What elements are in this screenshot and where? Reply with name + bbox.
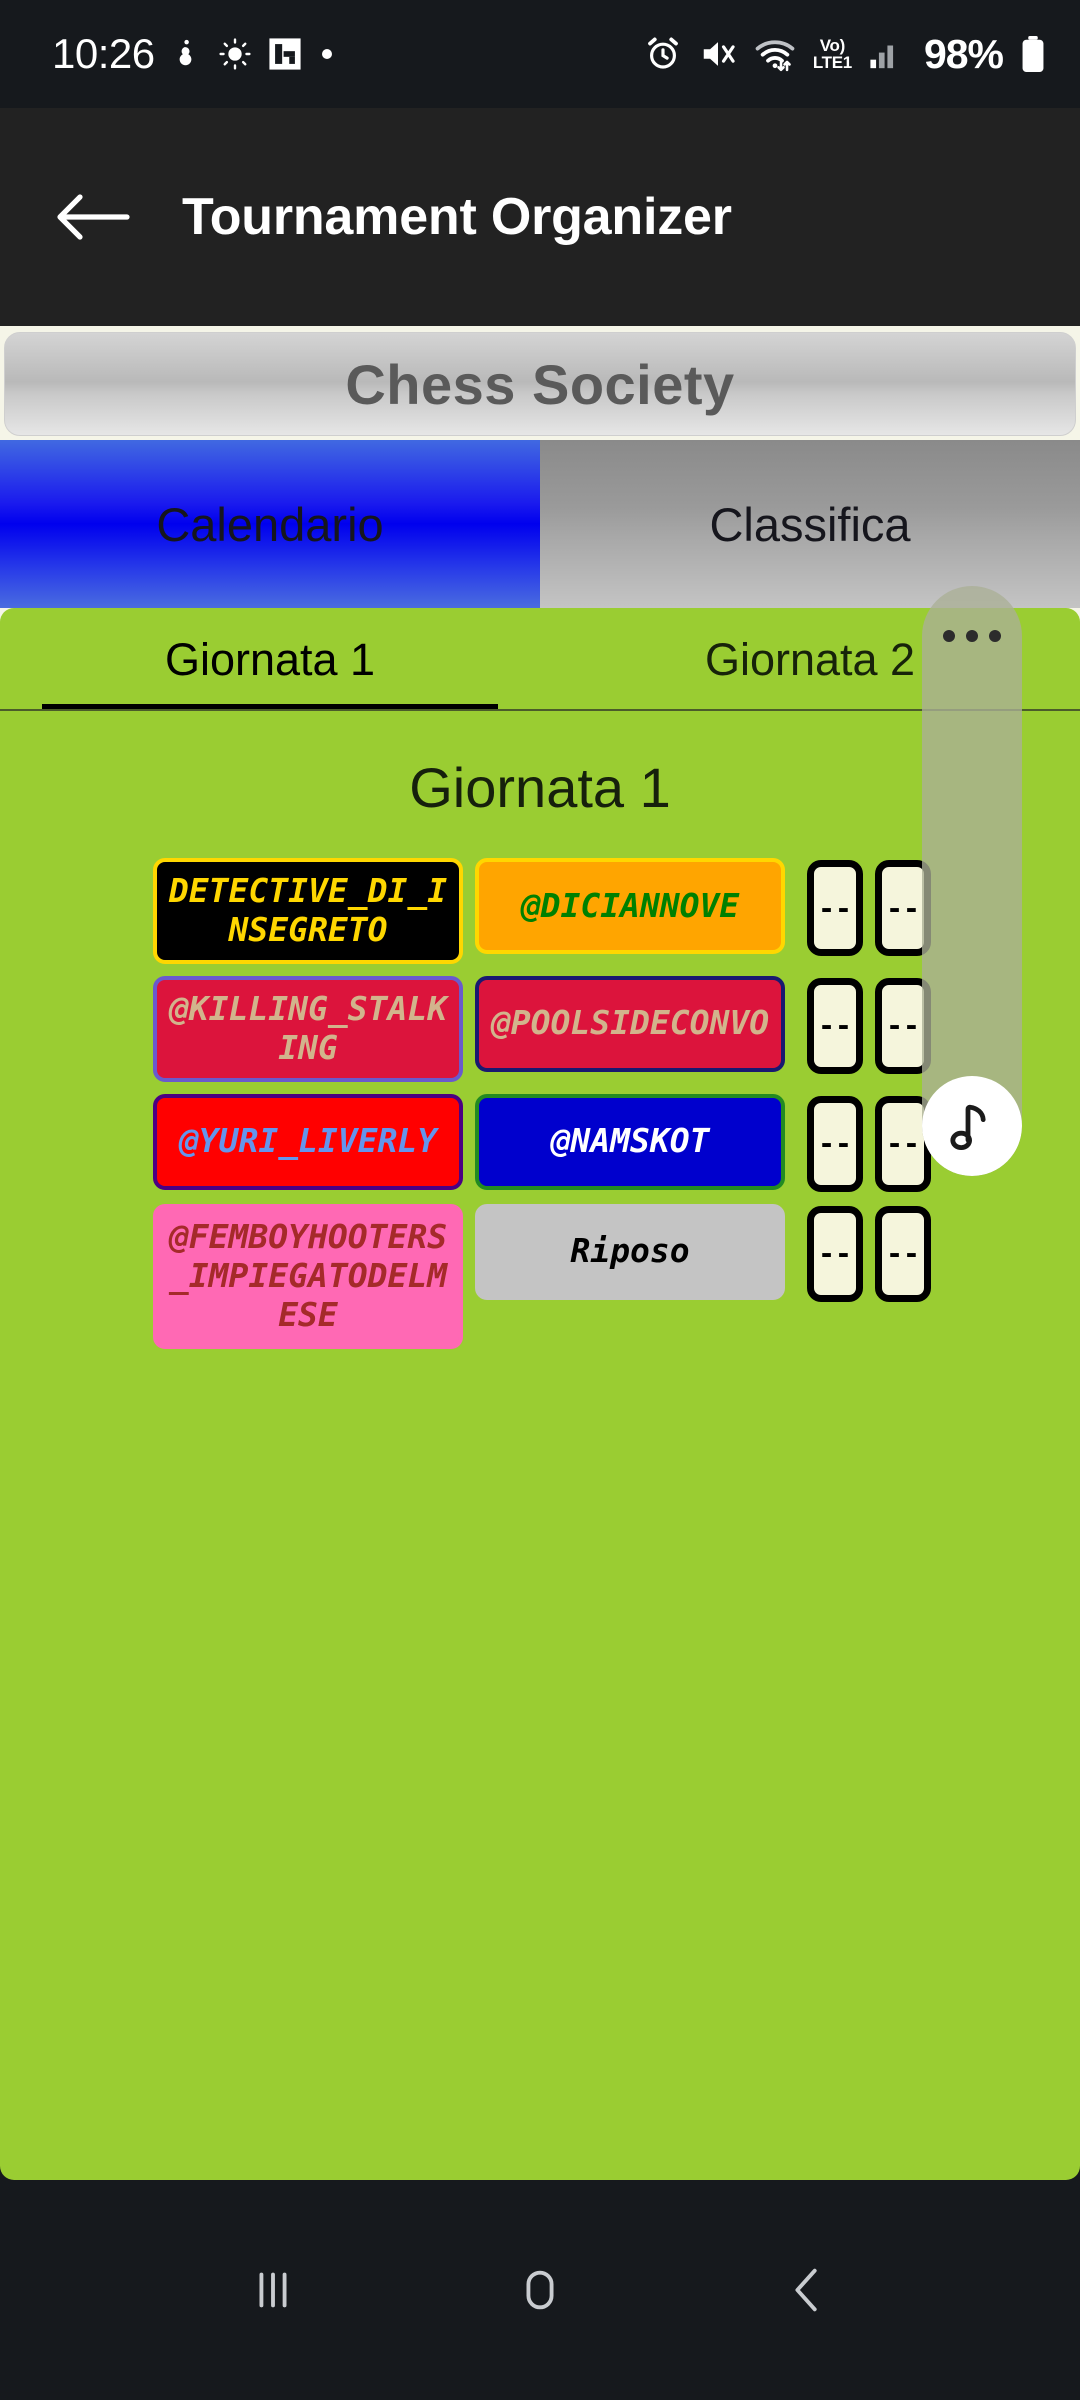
society-header-card: Chess Society bbox=[4, 332, 1076, 436]
team-box-home[interactable]: @YURI_LIVERLY bbox=[153, 1093, 463, 1190]
tab-classifica-label: Classifica bbox=[709, 497, 911, 551]
battery-icon bbox=[1020, 35, 1046, 73]
volte-bottom: LTE1 bbox=[812, 53, 852, 72]
status-bar: 10:26 Vo) LTE1 98% bbox=[0, 0, 1080, 108]
team-box-away[interactable]: @POOLSIDECONVO bbox=[475, 975, 785, 1072]
volte-icon: Vo) LTE1 bbox=[813, 37, 852, 71]
tab-classifica[interactable]: Classifica bbox=[540, 440, 1080, 608]
floating-media-widget[interactable] bbox=[922, 586, 1022, 1176]
volte-label: Vo) LTE1 bbox=[813, 37, 852, 71]
dot-1 bbox=[943, 630, 955, 642]
match-row: @FEMBOYHOOTERS_IMPIEGATODELMESE Riposo -- -… bbox=[153, 1203, 1080, 1349]
battery-percent-label: 98% bbox=[923, 30, 1004, 77]
do-not-disturb-icon bbox=[172, 38, 202, 70]
score-box-home[interactable]: -- bbox=[807, 1095, 863, 1192]
page-title: Tournament Organizer bbox=[182, 188, 732, 246]
main-tab-bar: Calendario Classifica bbox=[0, 440, 1080, 608]
dot-indicator-icon bbox=[319, 46, 335, 62]
tab-calendario-label: Calendario bbox=[156, 497, 384, 551]
dot-2 bbox=[966, 630, 978, 642]
tab-giornata-1-label: Giornata 1 bbox=[164, 633, 376, 685]
score-box-home[interactable]: -- bbox=[807, 860, 863, 956]
score-pair: -- -- bbox=[807, 1094, 931, 1192]
score-box-home[interactable]: -- bbox=[807, 977, 863, 1074]
round-tabs-divider bbox=[0, 709, 1080, 711]
status-bar-right: Vo) LTE1 98% bbox=[644, 31, 1046, 78]
music-note-icon[interactable] bbox=[922, 1076, 1022, 1176]
round-tab-bar: Giornata 1 Giornata 2 bbox=[0, 608, 1080, 711]
score-pair: -- -- bbox=[807, 1204, 931, 1302]
android-navigation-bar bbox=[0, 2180, 1080, 2400]
team-box-away[interactable]: Riposo bbox=[475, 1203, 785, 1300]
signal-bars-icon bbox=[869, 37, 903, 71]
team-box-home[interactable]: DETECTIVE_DI_INSEGRETO bbox=[153, 858, 463, 964]
wifi-icon bbox=[754, 35, 796, 73]
match-list: DETECTIVE_DI_INSEGRETO @DICIANNOVE -- -- @KI… bbox=[0, 858, 1080, 1349]
nav-back-icon[interactable] bbox=[747, 2230, 867, 2350]
calendar-content-sheet: Giornata 1 Giornata 2 Giornata 1 DETECTI… bbox=[0, 608, 1080, 2180]
score-box-home[interactable]: -- bbox=[807, 1205, 863, 1302]
brightness-icon bbox=[219, 38, 251, 70]
round-heading: Giornata 1 bbox=[409, 756, 671, 819]
score-pair: -- -- bbox=[807, 976, 931, 1074]
recents-icon[interactable] bbox=[213, 2230, 333, 2350]
flipboard-icon bbox=[268, 37, 302, 71]
team-box-away[interactable]: @NAMSKOT bbox=[475, 1093, 785, 1190]
score-box-away[interactable]: -- bbox=[875, 1205, 931, 1302]
status-bar-left: 10:26 bbox=[52, 30, 335, 78]
dot-3 bbox=[989, 630, 1001, 642]
tab-giornata-2-label: Giornata 2 bbox=[704, 633, 916, 685]
team-box-home[interactable]: @FEMBOYHOOTERS_IMPIEGATODELMESE bbox=[153, 1203, 463, 1349]
home-icon[interactable] bbox=[480, 2230, 600, 2350]
phone-screen: 10:26 Vo) LTE1 98% Tournament Organizer … bbox=[0, 0, 1080, 2400]
app-bar: Tournament Organizer bbox=[0, 108, 1080, 326]
three-dots-icon[interactable] bbox=[922, 630, 1022, 642]
society-name: Chess Society bbox=[345, 352, 735, 416]
tab-giornata-1[interactable]: Giornata 1 bbox=[0, 608, 540, 711]
status-clock: 10:26 bbox=[52, 30, 155, 77]
mute-icon bbox=[699, 35, 737, 73]
back-arrow-icon[interactable] bbox=[50, 174, 136, 260]
alarm-icon bbox=[644, 35, 682, 73]
score-pair: -- -- bbox=[807, 858, 931, 956]
team-box-away[interactable]: @DICIANNOVE bbox=[475, 858, 785, 954]
tab-calendario[interactable]: Calendario bbox=[0, 440, 540, 608]
team-box-home[interactable]: @KILLING_STALKING bbox=[153, 975, 463, 1082]
